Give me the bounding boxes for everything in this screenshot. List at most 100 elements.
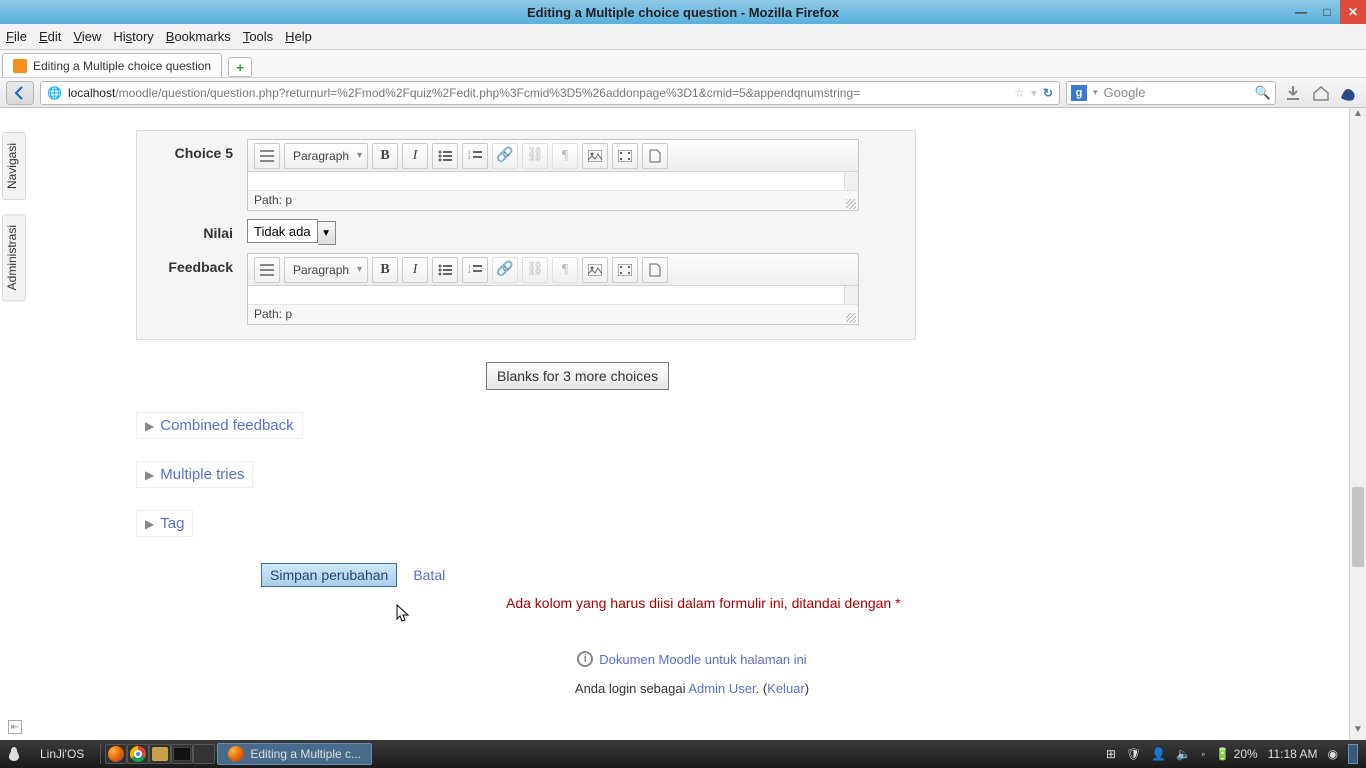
tray-show-desktop[interactable] xyxy=(1348,744,1358,764)
choice5-textarea[interactable] xyxy=(248,172,858,190)
reload-icon[interactable]: ↻ xyxy=(1043,86,1053,100)
taskbar-terminal[interactable] xyxy=(171,744,193,764)
taskbar-os-label[interactable]: LinJi'OS xyxy=(30,743,94,765)
link-button[interactable]: 🔗 xyxy=(492,143,518,169)
italic-button[interactable]: I xyxy=(402,257,428,283)
tray-volume-icon[interactable]: 🔈 xyxy=(1176,747,1191,761)
tray-user-icon[interactable]: 👤 xyxy=(1151,747,1166,761)
media-button[interactable] xyxy=(612,257,638,283)
chrome-icon xyxy=(130,746,146,762)
start-menu-button[interactable] xyxy=(0,740,28,768)
moodle-favicon-icon xyxy=(13,59,27,73)
choice-fieldset: Choice 5 Paragraph B I 12 🔗 ⛓ ¶ xyxy=(136,130,916,340)
feedback-editor: Paragraph B I 12 🔗 ⛓ ¶ xyxy=(247,253,859,325)
taskbar-files[interactable] xyxy=(149,744,171,764)
sidebar-tab-navigation[interactable]: Navigasi xyxy=(2,132,26,200)
numbered-list-button[interactable]: 12 xyxy=(462,257,488,283)
downloads-button[interactable] xyxy=(1282,82,1304,104)
search-placeholder: Google xyxy=(1104,85,1146,100)
menu-help[interactable]: Help xyxy=(285,29,312,44)
nilai-label: Nilai xyxy=(147,219,247,241)
bold-button[interactable]: B xyxy=(372,257,398,283)
anchor-button[interactable]: ¶ xyxy=(552,143,578,169)
sidebar-tab-administration[interactable]: Administrasi xyxy=(2,214,26,301)
browser-tab[interactable]: Editing a Multiple choice question xyxy=(2,53,222,77)
scroll-down-icon[interactable]: ▼ xyxy=(1350,724,1366,740)
url-bar[interactable]: 🌐 localhost/moodle/question/question.php… xyxy=(40,81,1060,105)
file-button[interactable] xyxy=(642,143,668,169)
scroll-up-icon[interactable]: ▲ xyxy=(1350,108,1366,124)
tray-power-icon[interactable]: ◉ xyxy=(1328,747,1338,761)
tray-clock[interactable]: 11:18 AM xyxy=(1268,747,1318,761)
menu-history[interactable]: History xyxy=(113,29,153,44)
svg-text:2: 2 xyxy=(468,270,471,275)
menu-view[interactable]: View xyxy=(73,29,101,44)
tray-workspace-icon[interactable]: ⊞ xyxy=(1106,747,1116,761)
choice5-editor: Paragraph B I 12 🔗 ⛓ ¶ xyxy=(247,139,859,211)
bullet-list-button[interactable] xyxy=(432,257,458,283)
section-multiple-tries[interactable]: ▶Multiple tries xyxy=(136,461,253,488)
feedback-label: Feedback xyxy=(147,253,247,275)
seamonkey-icon xyxy=(1339,84,1359,102)
section-combined-feedback[interactable]: ▶Combined feedback xyxy=(136,412,303,439)
feedback-textarea[interactable] xyxy=(248,286,858,304)
new-tab-button[interactable]: + xyxy=(228,57,252,77)
admin-user-link[interactable]: Admin User xyxy=(688,681,755,696)
tray-wifi-icon[interactable]: ◦ xyxy=(1201,747,1205,761)
tab-title: Editing a Multiple choice question xyxy=(33,59,211,73)
nilai-select[interactable]: Tidak ada xyxy=(247,219,318,243)
resize-handle-icon[interactable] xyxy=(846,313,856,323)
tray-battery[interactable]: 🔋 20% xyxy=(1215,747,1257,761)
section-tag[interactable]: ▶Tag xyxy=(136,510,193,537)
search-icon[interactable]: 🔍 xyxy=(1255,85,1271,101)
taskbar-chrome[interactable] xyxy=(127,744,149,764)
search-box[interactable]: g ▾ Google 🔍 xyxy=(1066,81,1276,105)
bullet-list-button[interactable] xyxy=(432,143,458,169)
svg-text:2: 2 xyxy=(468,156,471,161)
moodle-docs-link[interactable]: Dokumen Moodle untuk halaman ini xyxy=(599,652,806,667)
taskbar-app[interactable] xyxy=(193,744,215,764)
menu-edit[interactable]: Edit xyxy=(39,29,61,44)
resize-handle-icon[interactable] xyxy=(846,199,856,209)
close-button[interactable]: ✕ xyxy=(1340,0,1366,24)
menu-file[interactable]: File xyxy=(6,29,27,44)
unlink-button[interactable]: ⛓ xyxy=(522,257,548,283)
home-button[interactable] xyxy=(1310,82,1332,104)
italic-button[interactable]: I xyxy=(402,143,428,169)
mouse-cursor-icon xyxy=(396,604,410,624)
vertical-scrollbar[interactable]: ▲ ▼ xyxy=(1349,108,1366,740)
tray-shield-icon[interactable]: 🛡 xyxy=(1126,747,1141,761)
taskbar-firefox[interactable] xyxy=(105,744,127,764)
toolbar-toggle-icon[interactable] xyxy=(254,257,280,283)
required-fields-message: Ada kolom yang harus diisi dalam formuli… xyxy=(506,595,1348,611)
taskbar-active-window[interactable]: Editing a Multiple c... xyxy=(217,743,372,765)
anchor-button[interactable]: ¶ xyxy=(552,257,578,283)
menu-tools[interactable]: Tools xyxy=(243,29,273,44)
scroll-thumb[interactable] xyxy=(1352,487,1364,567)
nilai-select-arrow[interactable]: ▼ xyxy=(318,221,336,245)
file-button[interactable] xyxy=(642,257,668,283)
toolbar-toggle-icon[interactable] xyxy=(254,143,280,169)
media-button[interactable] xyxy=(612,143,638,169)
maximize-button[interactable]: □ xyxy=(1314,0,1340,24)
minimize-button[interactable]: — xyxy=(1288,0,1314,24)
unlink-button[interactable]: ⛓ xyxy=(522,143,548,169)
collapse-dock-button[interactable]: ⇤ xyxy=(8,720,22,734)
image-button[interactable] xyxy=(582,143,608,169)
image-button[interactable] xyxy=(582,257,608,283)
numbered-list-button[interactable]: 12 xyxy=(462,143,488,169)
add-blanks-button[interactable]: Blanks for 3 more choices xyxy=(486,362,669,390)
format-select-2[interactable]: Paragraph xyxy=(284,257,368,283)
format-select[interactable]: Paragraph xyxy=(284,143,368,169)
back-button[interactable] xyxy=(6,81,34,105)
cancel-link[interactable]: Batal xyxy=(413,567,445,583)
logout-link[interactable]: Keluar xyxy=(767,681,805,696)
editor-path: Path: p xyxy=(248,190,858,210)
link-button[interactable]: 🔗 xyxy=(492,257,518,283)
bold-button[interactable]: B xyxy=(372,143,398,169)
extension-button[interactable] xyxy=(1338,82,1360,104)
firefox-icon xyxy=(108,746,124,762)
bookmark-star-icon[interactable]: ☆ xyxy=(1014,86,1025,100)
menu-bookmarks[interactable]: Bookmarks xyxy=(166,29,231,44)
save-button[interactable]: Simpan perubahan xyxy=(261,563,397,587)
